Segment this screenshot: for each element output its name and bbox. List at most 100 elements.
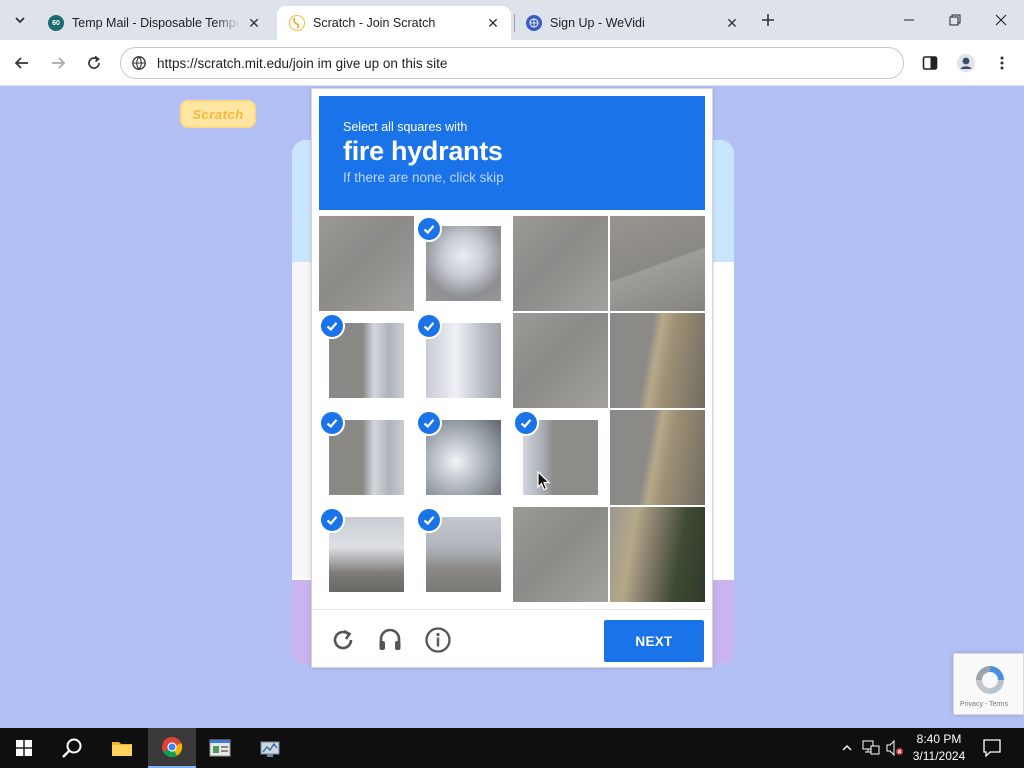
site-info-icon[interactable] (121, 55, 157, 71)
chrome-taskbar-button[interactable] (148, 728, 196, 768)
scratch-icon (289, 15, 305, 31)
side-panel-button[interactable] (916, 49, 944, 77)
info-button[interactable] (422, 624, 454, 656)
recaptcha-badge[interactable]: Privacy - Terms (953, 653, 1024, 715)
captcha-tile[interactable] (513, 410, 608, 505)
show-hidden-icons-button[interactable] (836, 728, 858, 768)
back-button[interactable] (8, 49, 36, 77)
captcha-tile[interactable] (319, 410, 414, 505)
app-taskbar-button[interactable] (196, 728, 244, 768)
refresh-icon (333, 629, 353, 650)
search-button[interactable] (48, 728, 96, 768)
close-tab-icon[interactable]: ✕ (485, 15, 501, 31)
profile-button[interactable] (952, 49, 980, 77)
scratch-logo[interactable]: Scratch (180, 100, 256, 128)
url-input[interactable] (157, 55, 887, 71)
chevron-up-icon (842, 745, 852, 751)
network-icon (862, 740, 880, 755)
tile-image (610, 410, 705, 505)
close-icon (995, 14, 1007, 26)
close-tab-icon[interactable]: ✕ (246, 15, 262, 31)
captcha-instruction: Select all squares with (343, 120, 468, 134)
network-tool-icon (260, 741, 280, 757)
recaptcha-icon (976, 666, 1004, 694)
volume-button[interactable] (884, 728, 906, 768)
refresh-button[interactable] (327, 624, 359, 656)
restore-button[interactable] (932, 0, 978, 40)
captcha-tile[interactable] (416, 216, 511, 311)
taskbar: 8:40 PM 3/11/2024 (0, 728, 1024, 768)
checkmark-icon (416, 313, 442, 339)
search-icon (62, 738, 82, 758)
headphones-icon (379, 628, 401, 650)
start-button[interactable] (0, 728, 48, 768)
captcha-tile[interactable] (513, 507, 608, 602)
captcha-tile[interactable] (416, 410, 511, 505)
minimize-icon (904, 19, 914, 21)
network-tool-taskbar-button[interactable] (246, 728, 294, 768)
captcha-challenge: Select all squares with fire hydrants If… (311, 88, 713, 668)
browser-toolbar (0, 40, 1024, 86)
captcha-tile[interactable] (416, 507, 511, 602)
address-bar[interactable] (120, 47, 904, 79)
captcha-tile-grid (319, 216, 705, 602)
checkmark-icon (319, 410, 345, 436)
tile-image (319, 216, 414, 311)
next-button[interactable]: NEXT (604, 620, 704, 662)
captcha-tile[interactable] (319, 216, 414, 311)
notification-icon (983, 739, 1001, 757)
restore-icon (949, 14, 961, 26)
checkmark-icon (416, 410, 442, 436)
audio-challenge-button[interactable] (374, 624, 406, 656)
plus-icon (762, 14, 774, 26)
network-status-button[interactable] (860, 728, 882, 768)
captcha-tile[interactable] (610, 410, 705, 505)
checkmark-icon (319, 507, 345, 533)
captcha-header: Select all squares with fire hydrants If… (319, 96, 705, 210)
tab-title: Sign Up - WeVidi (550, 16, 645, 30)
captcha-tile[interactable] (513, 313, 608, 408)
captcha-tile[interactable] (610, 507, 705, 602)
dialog-body (292, 262, 312, 578)
volume-muted-icon (886, 740, 903, 756)
arrow-right-icon (52, 57, 66, 69)
tile-image (513, 507, 608, 602)
captcha-tile[interactable] (319, 507, 414, 602)
tile-image (610, 507, 705, 602)
tab-search-button[interactable] (8, 8, 32, 32)
new-tab-button[interactable] (756, 8, 780, 32)
tab-scratch[interactable]: Scratch - Join Scratch ✕ (277, 6, 511, 40)
avatar-icon (957, 54, 975, 72)
close-window-button[interactable] (978, 0, 1024, 40)
tab-temp-mail[interactable]: 60 Temp Mail - Disposable Temporary Emai… (36, 6, 272, 40)
app-window-icon (209, 739, 231, 757)
clock-date: 3/11/2024 (912, 749, 966, 763)
reload-icon (88, 55, 100, 69)
captcha-tile[interactable] (610, 313, 705, 408)
tab-title: Temp Mail - Disposable Temporary Email (72, 16, 240, 30)
menu-button[interactable] (988, 49, 1016, 77)
close-tab-icon[interactable]: ✕ (724, 15, 740, 31)
recaptcha-privacy-terms[interactable]: Privacy - Terms (960, 701, 1008, 708)
captcha-tile[interactable] (319, 313, 414, 408)
notifications-button[interactable] (976, 728, 1008, 768)
reload-button[interactable] (80, 49, 108, 77)
captcha-tile[interactable] (610, 216, 705, 311)
minimize-button[interactable] (886, 0, 932, 40)
system-clock[interactable]: 8:40 PM 3/11/2024 (906, 731, 972, 765)
chevron-down-icon (15, 17, 25, 24)
tab-wevidi[interactable]: Sign Up - WeVidi ✕ (514, 6, 750, 40)
checkmark-icon (416, 507, 442, 533)
tile-image (513, 216, 608, 311)
chrome-icon (162, 737, 183, 758)
tile-image (610, 313, 705, 408)
arrow-left-icon (14, 57, 28, 69)
forward-button[interactable] (44, 49, 72, 77)
file-explorer-button[interactable] (98, 728, 146, 768)
more-vert-icon (1000, 56, 1004, 70)
captcha-target: fire hydrants (343, 136, 503, 166)
page-content: Scratch Select all squares with fire hyd… (0, 87, 1024, 728)
captcha-tile[interactable] (416, 313, 511, 408)
captcha-tile[interactable] (513, 216, 608, 311)
mouse-cursor-icon (537, 471, 551, 491)
